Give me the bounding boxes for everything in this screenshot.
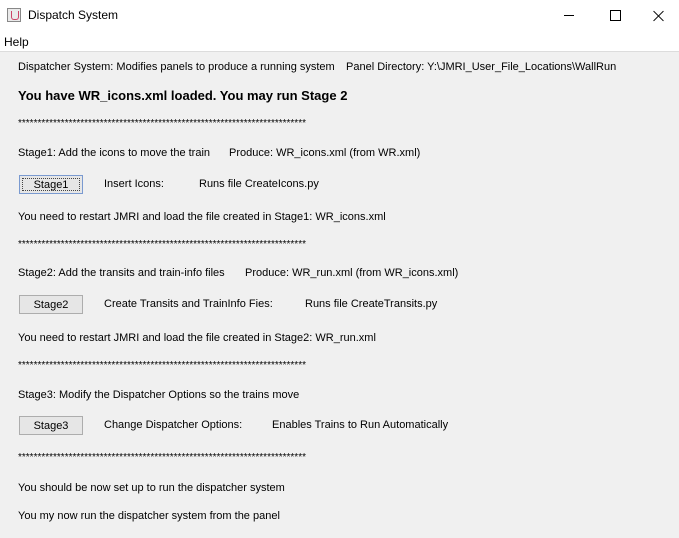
stage3-runs: Enables Trains to Run Automatically	[272, 419, 449, 431]
stage3-button[interactable]: Stage3	[19, 416, 83, 435]
separator-line: ****************************************…	[18, 452, 306, 463]
stage2-produce: Produce: WR_run.xml (from WR_icons.xml)	[245, 267, 459, 279]
separator-line: ****************************************…	[18, 239, 306, 250]
dispatch-panel: Dispatcher System: Modifies panels to pr…	[0, 52, 679, 538]
java-app-icon	[7, 8, 21, 22]
maximize-icon	[609, 10, 621, 21]
stage3-title: Stage3: Modify the Dispatcher Options so…	[18, 389, 300, 401]
stage1-restart-note: You need to restart JMRI and load the fi…	[18, 211, 386, 223]
separator-line: ****************************************…	[18, 360, 306, 371]
close-icon	[653, 10, 665, 22]
stage2-title: Stage2: Add the transits and train-info …	[18, 267, 225, 279]
window-title: Dispatch System	[28, 8, 119, 22]
stage3-action: Change Dispatcher Options:	[104, 419, 243, 431]
separator-line: ****************************************…	[18, 118, 306, 129]
stage1-button[interactable]: Stage1	[19, 175, 83, 194]
status-headline: You have WR_icons.xml loaded. You may ru…	[18, 88, 348, 103]
panel-directory: Panel Directory: Y:\JMRI_User_File_Locat…	[346, 61, 617, 73]
stage2-runs: Runs file CreateTransits.py	[305, 298, 438, 310]
stage2-restart-note: You need to restart JMRI and load the fi…	[18, 332, 376, 344]
stage2-action: Create Transits and TrainInfo Fies:	[104, 298, 273, 310]
stage2-button[interactable]: Stage2	[19, 295, 83, 314]
system-description: Dispatcher System: Modifies panels to pr…	[18, 61, 335, 73]
stage1-runs: Runs file CreateIcons.py	[199, 178, 319, 190]
stage1-action: Insert Icons:	[104, 178, 164, 190]
menu-help[interactable]: Help	[4, 35, 29, 49]
maximize-button[interactable]	[592, 0, 638, 31]
stage1-title: Stage1: Add the icons to move the train	[18, 147, 211, 159]
stage1-produce: Produce: WR_icons.xml (from WR.xml)	[229, 147, 421, 159]
close-button[interactable]	[636, 0, 679, 31]
menu-bar: Help	[0, 31, 679, 52]
minimize-button[interactable]	[546, 0, 592, 31]
footer-run-note: You my now run the dispatcher system fro…	[18, 510, 280, 522]
minimize-icon	[564, 15, 574, 16]
footer-setup-note: You should be now set up to run the disp…	[18, 482, 285, 494]
title-bar: Dispatch System	[0, 0, 679, 31]
